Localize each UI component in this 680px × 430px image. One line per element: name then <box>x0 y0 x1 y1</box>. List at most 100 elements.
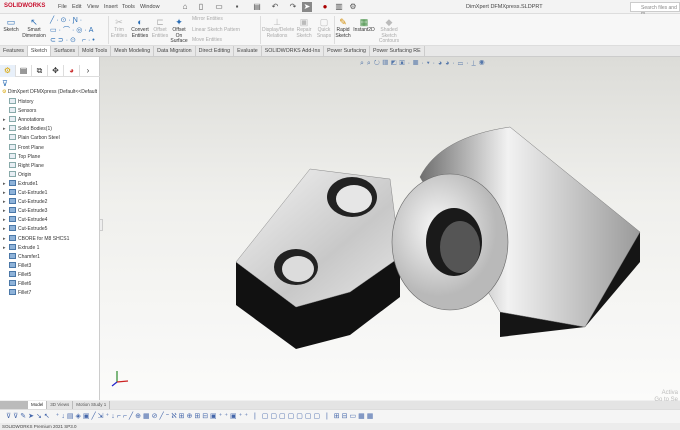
tree-item[interactable]: ▸ Extrude1 <box>3 179 38 189</box>
convert-entities-button[interactable]: ◐ Convert Entities <box>130 17 150 39</box>
shaded-contours-icon: ◆ <box>385 17 393 27</box>
move-entities-button[interactable]: Move Entities <box>192 37 223 44</box>
sketch-button[interactable]: ▭ Sketch <box>2 17 20 34</box>
repair-sketch-button[interactable]: ▣ Repair Sketch <box>294 17 314 39</box>
tab-data-migration[interactable]: Data Migration <box>154 46 196 56</box>
tab-features[interactable]: Features <box>0 46 28 56</box>
shaded-sketch-contours-button[interactable]: ◆ Shaded Sketch Contours <box>378 17 400 45</box>
tree-item[interactable]: Fillet6 <box>3 280 31 289</box>
menu-edit[interactable]: Edit <box>72 4 81 10</box>
offset-on-surface-button[interactable]: ✦ Offset On Surface <box>170 17 188 45</box>
print-icon[interactable]: ▤ <box>252 2 262 12</box>
tree-item[interactable]: Fillet3 <box>3 261 31 271</box>
tree-item[interactable]: ▸ CBORE for M8 SHCS1 <box>3 234 70 244</box>
part-model[interactable] <box>100 57 680 400</box>
feature-manager-tab-icon[interactable]: ⚙ <box>0 65 16 77</box>
tree-item[interactable]: Front Plane <box>3 143 44 153</box>
chevron-right-icon[interactable]: › <box>80 65 96 77</box>
configuration-manager-tab-icon[interactable]: ⧉ <box>32 65 48 77</box>
tree-item[interactable]: ▸ Annotations <box>3 116 44 125</box>
tab-scroll-arrows[interactable] <box>0 401 28 409</box>
heads-up-view-toolbar[interactable]: ⌕⌕↻▥◩▣·▦·▾·◕◕·▭·⊥◉ <box>360 60 488 68</box>
tab-direct-editing[interactable]: Direct Editing <box>196 46 235 56</box>
label: Move Entities <box>192 37 223 43</box>
tree-item[interactable]: ▸ Cut-Extrude5 <box>3 225 47 234</box>
undo-icon[interactable]: ↶ <box>270 2 280 12</box>
tab-power-surfacing-re[interactable]: Power Surfacing RE <box>370 46 425 56</box>
tab-mesh-modeling[interactable]: Mesh Modeling <box>111 46 155 56</box>
open-icon[interactable]: ▭ <box>214 2 224 12</box>
tab-evaluate[interactable]: Evaluate <box>234 46 262 56</box>
smart-dimension-button[interactable]: ↖ Smart Dimension <box>22 17 46 39</box>
menu-tools[interactable]: Tools <box>122 4 135 10</box>
tree-item[interactable]: Right Plane <box>3 161 44 171</box>
instant2d-button[interactable]: ▦ Instant2D <box>352 17 376 34</box>
quick-snaps-button[interactable]: ▢ Quick Snaps <box>316 17 332 39</box>
tree-item[interactable]: ▸ Cut-Extrude3 <box>3 207 47 216</box>
tree-item[interactable]: ▸ Cut-Extrude2 <box>3 198 47 207</box>
menu-view[interactable]: View <box>87 4 99 10</box>
feat-icon <box>9 198 16 205</box>
property-manager-tab-icon[interactable]: ▤ <box>16 65 32 77</box>
feat-icon <box>9 243 16 250</box>
tab-3d-views[interactable]: 3D Views <box>47 401 74 409</box>
offset-surface-icon: ✦ <box>175 17 183 27</box>
rapid-sketch-icon: ✎ <box>339 17 347 27</box>
selection-toolbar[interactable]: ⊽⊽✎➤↘↖ ⁺↓▤◈▣╱⇲⁺↓⌐⌐╱⊕▦⊘╱⁼ℵ⊞⊕⊞⊟▣⁺⁺▣⁺⁺ | ▢▢… <box>0 409 680 423</box>
tree-item[interactable]: ▸ Cut-Extrude4 <box>3 216 47 225</box>
menu-window[interactable]: Window <box>140 4 160 10</box>
linear-pattern-button[interactable]: Linear Sketch Pattern <box>192 27 240 34</box>
search-input[interactable]: Search files and m <box>630 2 680 17</box>
feat-icon <box>9 189 16 195</box>
tab-addins[interactable]: SOLIDWORKS Add-Ins <box>262 46 325 56</box>
options-icon[interactable]: ⚙ <box>348 2 358 12</box>
tree-item[interactable]: Origin <box>3 170 31 180</box>
menu-file[interactable]: File <box>58 4 67 10</box>
offset-entities-button[interactable]: ⊏ Offset Entities <box>151 17 169 39</box>
tree-item[interactable]: Top Plane <box>3 152 40 162</box>
tree-item[interactable]: Fillet7 <box>3 289 31 298</box>
tree-root[interactable]: ⚙ DimXpert DFMXpress (Default<<Default <box>2 89 97 95</box>
tree-item-label: CBORE for M8 SHCS1 <box>18 235 70 242</box>
tab-model[interactable]: Model <box>28 401 48 409</box>
redo-icon[interactable]: ↷ <box>288 2 298 12</box>
dimxpert-tab-icon[interactable]: ✥ <box>48 65 64 77</box>
panel-collapse-handle[interactable] <box>99 219 103 231</box>
graphics-area[interactable] <box>99 57 680 400</box>
trim-entities-button[interactable]: ✂ Trim Entities <box>110 17 128 39</box>
tab-motion-study[interactable]: Motion Study 1 <box>73 401 111 409</box>
tab-power-surfacing[interactable]: Power Surfacing <box>324 46 370 56</box>
tree-item[interactable]: ▸ Cut-Extrude1 <box>3 189 47 198</box>
rapid-sketch-button[interactable]: ✎ Rapid Sketch <box>335 17 351 39</box>
tree-item[interactable]: Fillet5 <box>3 270 31 280</box>
tree-item[interactable]: ▸ Extrude 1 <box>3 243 39 253</box>
tab-mold-tools[interactable]: Mold Tools <box>79 46 112 56</box>
display-relations-button[interactable]: ⊥ Display/Delete Relations <box>262 17 294 39</box>
tree-item[interactable]: ▸ Solid Bodies(1) <box>3 125 52 134</box>
select-icon[interactable]: ➤ <box>302 2 312 12</box>
tab-sketch[interactable]: Sketch <box>27 46 52 56</box>
tree-item[interactable]: Plain Carbon Steel <box>3 134 60 143</box>
save-icon[interactable]: ▪ <box>232 2 242 12</box>
tree-item[interactable]: Sensors <box>3 107 36 116</box>
feat-icon <box>9 261 16 268</box>
tree-item-label: Cut-Extrude4 <box>18 217 48 224</box>
rebuild-icon[interactable]: ● <box>320 2 330 12</box>
tree-item[interactable]: Chamfer1 <box>3 252 40 262</box>
new-document-icon[interactable]: ▯ <box>196 2 206 12</box>
home-icon[interactable]: ⌂ <box>180 2 190 12</box>
sketch-entities-icons[interactable]: ╱·⊙·Ɲ· ▭·⌒·◎·A ⊂⊃·⊙ ⌐·• <box>50 16 97 46</box>
display-manager-tab-icon[interactable]: ◕ <box>64 65 80 77</box>
tab-surfaces[interactable]: Surfaces <box>51 46 80 56</box>
file-properties-icon[interactable]: ▥ <box>334 2 344 12</box>
offset-icon: ⊏ <box>156 17 164 27</box>
convert-icon: ◐ <box>137 17 143 27</box>
tree-item[interactable]: History <box>3 98 34 107</box>
feat-icon <box>9 270 16 277</box>
mirror-entities-button[interactable]: Mirror Entities <box>192 16 223 23</box>
document-title: DimXpert DFMXpress.SLDPRT <box>466 4 543 10</box>
status-bar: SOLIDWORKS Premium 2021 SP3.0 <box>0 423 680 430</box>
tree-item-label: Fillet7 <box>18 290 32 297</box>
menu-insert[interactable]: Insert <box>104 4 118 10</box>
filter-icon[interactable]: ⊽ <box>2 79 8 88</box>
